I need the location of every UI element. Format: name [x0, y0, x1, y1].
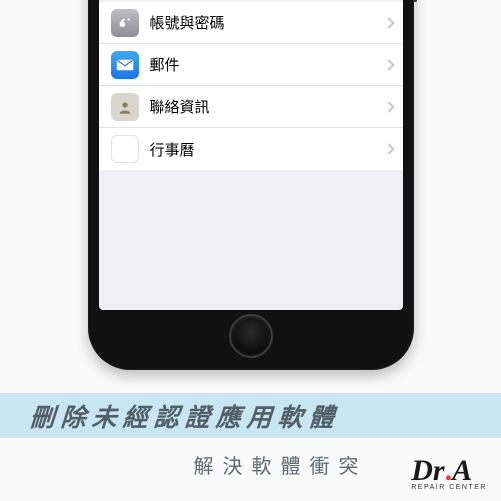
settings-group-accounts: 帳號與密碼 郵件: [99, 2, 403, 170]
row-label: 聯絡資訊: [150, 96, 379, 117]
chevron-right-icon: [383, 101, 394, 112]
row-label: 郵件: [150, 54, 379, 75]
chevron-right-icon: [383, 59, 394, 70]
headline-banner: 刪除未經認證應用軟體: [0, 393, 501, 438]
settings-row-accounts-passwords[interactable]: 帳號與密碼: [99, 2, 403, 44]
settings-row-contacts[interactable]: 聯絡資訊: [99, 86, 403, 128]
brand-logo: Dr.A REPAIR CENTER: [411, 456, 487, 491]
brand-name: Dr.A: [411, 456, 487, 486]
iphone-frame: iTunes 與 App Store Wallet 與 Apple Pay: [88, 0, 414, 370]
settings-row-mail[interactable]: 郵件: [99, 44, 403, 86]
brand-tagline: REPAIR CENTER: [411, 484, 487, 491]
settings-screen: iTunes 與 App Store Wallet 與 Apple Pay: [99, 0, 403, 310]
chevron-right-icon: [383, 143, 394, 154]
promo-canvas: iTunes 與 App Store Wallet 與 Apple Pay: [0, 0, 501, 501]
key-icon: [111, 9, 139, 37]
row-label: 帳號與密碼: [150, 12, 379, 33]
mail-icon: [111, 51, 139, 79]
calendar-icon: [111, 135, 139, 163]
settings-row-calendar[interactable]: 行事曆: [99, 128, 403, 170]
home-button[interactable]: [229, 314, 273, 358]
row-label: 行事曆: [150, 139, 379, 160]
contacts-icon: [111, 93, 139, 121]
chevron-right-icon: [383, 17, 394, 28]
headline-text: 刪除未經認證應用軟體: [0, 398, 341, 434]
